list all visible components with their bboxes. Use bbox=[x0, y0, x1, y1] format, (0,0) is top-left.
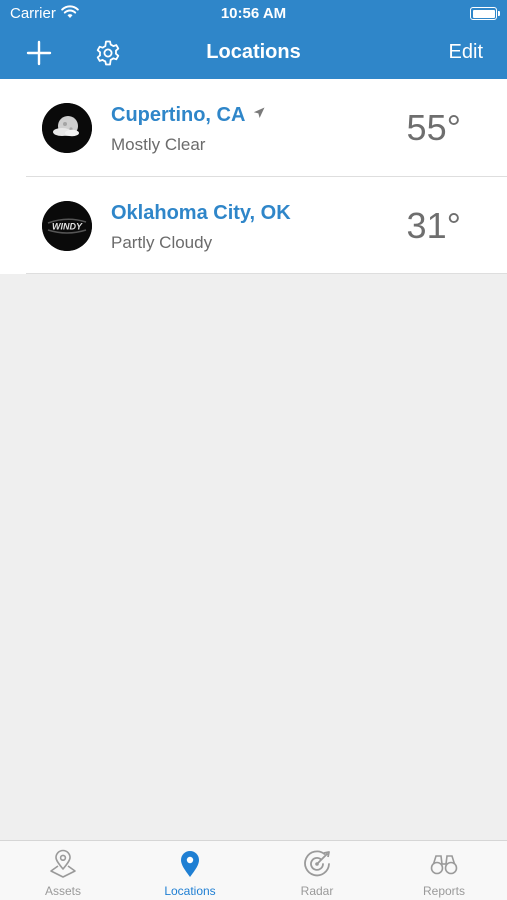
current-location-arrow-icon bbox=[254, 107, 265, 118]
nav-bar: Locations Edit bbox=[0, 28, 507, 79]
status-time: 10:56 AM bbox=[220, 5, 287, 22]
tab-locations[interactable]: Locations bbox=[127, 841, 253, 900]
radar-icon bbox=[304, 850, 330, 877]
tab-label: Assets bbox=[44, 884, 81, 898]
status-bar: Carrier 10:56 AM bbox=[0, 0, 507, 28]
weather-thumbnail-windy: WINDY bbox=[42, 201, 92, 251]
weather-thumbnail-moon bbox=[42, 103, 92, 153]
tab-bar: Assets Locations Radar Reports bbox=[0, 840, 507, 900]
battery-icon bbox=[470, 7, 500, 20]
locations-list: Cupertino, CA Mostly Clear 55° WINDY Okl… bbox=[0, 79, 507, 274]
location-city-name: Oklahoma City, OK bbox=[111, 202, 291, 224]
tab-reports[interactable]: Reports bbox=[381, 841, 507, 900]
windy-badge-icon: WINDY bbox=[42, 201, 92, 251]
tab-assets[interactable]: Assets bbox=[0, 841, 126, 900]
location-row-oklahoma-city[interactable]: WINDY Oklahoma City, OK Partly Cloudy 31… bbox=[26, 176, 507, 273]
windy-badge-text: WINDY bbox=[52, 222, 83, 232]
tab-radar[interactable]: Radar bbox=[254, 841, 380, 900]
location-condition: Mostly Clear bbox=[111, 135, 206, 154]
add-location-button[interactable] bbox=[24, 38, 54, 68]
location-row-cupertino[interactable]: Cupertino, CA Mostly Clear 55° bbox=[0, 79, 507, 176]
tab-label: Reports bbox=[422, 884, 466, 898]
tab-label: Locations bbox=[164, 884, 216, 898]
tab-label: Radar bbox=[300, 884, 334, 898]
page-title: Locations bbox=[206, 41, 301, 63]
location-pin-icon bbox=[181, 851, 199, 877]
edit-button[interactable]: Edit bbox=[449, 41, 483, 64]
header-bar: Carrier 10:56 AM Locations Edit bbox=[0, 0, 507, 79]
map-pin-outline-icon bbox=[50, 849, 76, 878]
location-temperature: 31° bbox=[406, 205, 461, 246]
binoculars-icon bbox=[430, 855, 458, 875]
settings-gear-icon[interactable] bbox=[94, 39, 122, 67]
location-condition: Partly Cloudy bbox=[111, 233, 213, 252]
location-temperature: 55° bbox=[406, 107, 461, 148]
location-city-name: Cupertino, CA bbox=[111, 104, 265, 127]
moon-cloud-icon bbox=[42, 103, 92, 153]
